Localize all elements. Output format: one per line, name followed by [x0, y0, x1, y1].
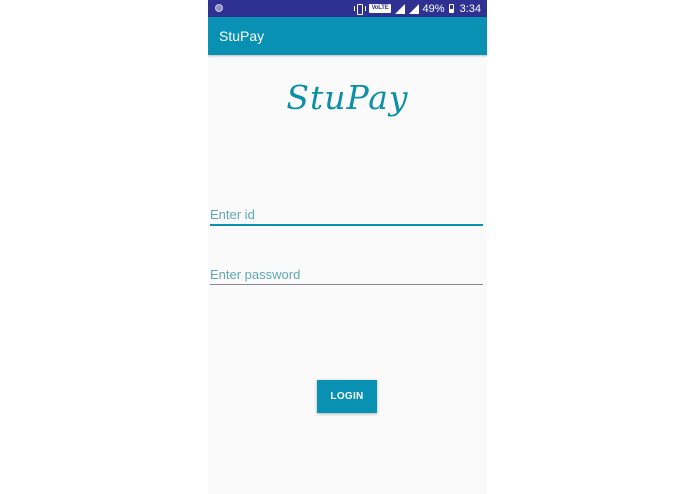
app-title: StuPay [219, 28, 265, 44]
volte-badge: VoLTE [369, 4, 391, 13]
battery-percent: 49% [422, 2, 445, 15]
password-underline [210, 284, 483, 285]
password-field [210, 266, 483, 285]
status-bar: VoLTE 49% 3:34 [208, 0, 487, 17]
id-underline [210, 224, 483, 226]
password-input[interactable] [210, 267, 483, 284]
app-screen: VoLTE 49% 3:34 StuPay StuPay LOGIN [208, 0, 487, 494]
signal-off-icon [394, 3, 405, 14]
app-logo: StuPay [286, 78, 409, 117]
app-bar: StuPay [208, 17, 487, 55]
battery-icon [448, 4, 454, 13]
login-button[interactable]: LOGIN [317, 380, 377, 413]
clock: 3:34 [459, 2, 481, 15]
vibrate-icon [354, 3, 367, 15]
id-field [210, 206, 483, 226]
id-input[interactable] [210, 207, 483, 224]
notification-dot-icon [215, 4, 223, 12]
status-icons: VoLTE 49% 3:34 [354, 2, 481, 15]
signal-icon [408, 3, 419, 14]
